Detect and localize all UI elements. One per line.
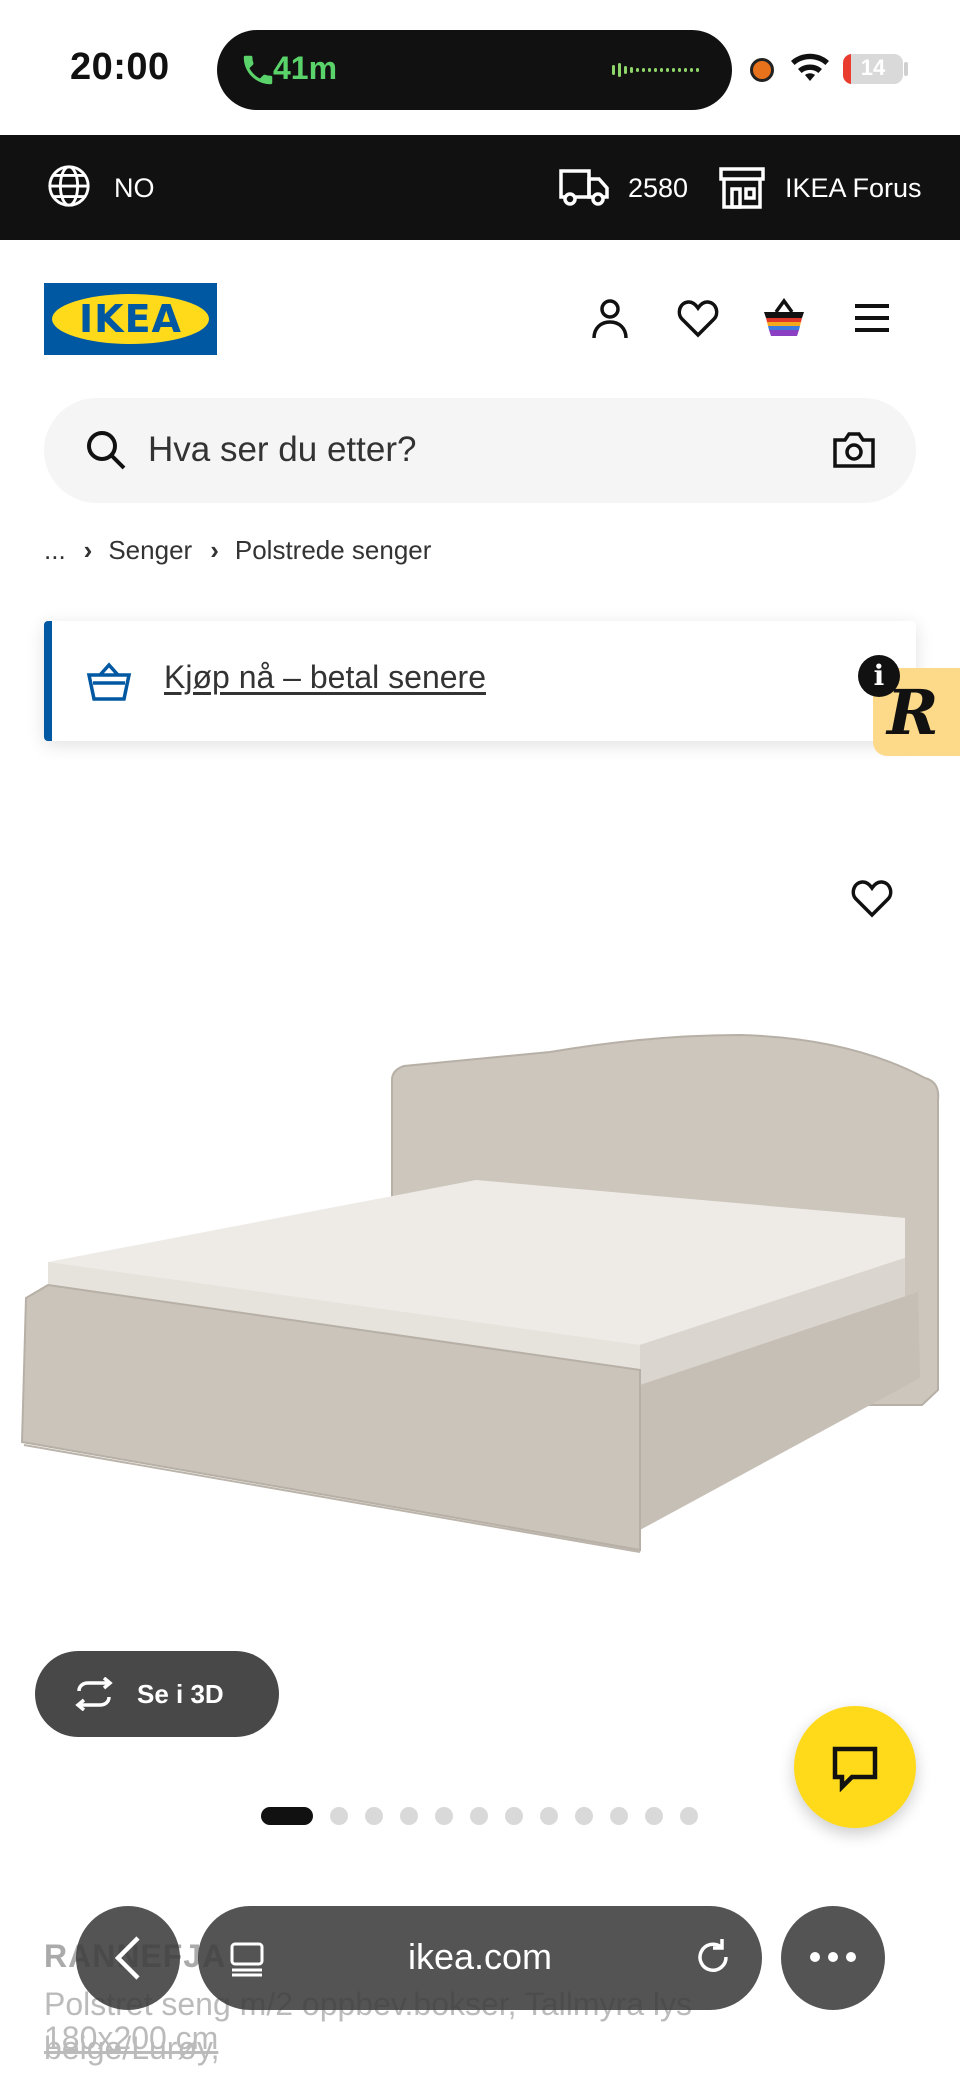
info-icon[interactable]: i	[858, 655, 900, 697]
basket-icon[interactable]	[762, 296, 806, 340]
product-size-link[interactable]: 180x200 cm	[44, 2020, 218, 2057]
user-icon[interactable]	[588, 296, 632, 340]
back-button[interactable]	[76, 1906, 180, 2010]
carousel-dot[interactable]	[365, 1807, 383, 1825]
product-image[interactable]	[0, 830, 960, 1630]
chat-bubble-icon	[832, 1746, 878, 1792]
search-input[interactable]	[148, 420, 788, 480]
chat-button[interactable]	[794, 1706, 916, 1828]
carousel-dot[interactable]	[261, 1807, 313, 1825]
search-bar[interactable]	[44, 398, 916, 503]
waveform-icon	[612, 63, 699, 77]
status-time: 20:00	[70, 46, 170, 88]
dynamic-island[interactable]: 41m	[217, 30, 732, 110]
logo-oval: IKEA	[52, 294, 209, 344]
battery-cap	[904, 62, 908, 76]
carousel-dot[interactable]	[680, 1807, 698, 1825]
camera-icon[interactable]	[832, 430, 876, 470]
carousel-dot[interactable]	[400, 1807, 418, 1825]
globe-icon[interactable]	[46, 163, 92, 209]
carousel-dot[interactable]	[470, 1807, 488, 1825]
delivery-truck-icon[interactable]	[558, 165, 610, 209]
carousel-dot[interactable]	[575, 1807, 593, 1825]
breadcrumb: ... › Senger › Polstrede senger	[44, 532, 431, 568]
carousel-dot[interactable]	[505, 1807, 523, 1825]
chevron-right-icon: ›	[83, 534, 93, 565]
store-icon[interactable]	[718, 165, 766, 209]
store-selector[interactable]: IKEA Forus	[785, 173, 922, 204]
carousel-dot[interactable]	[540, 1807, 558, 1825]
status-bar: 20:00 41m 14	[0, 0, 960, 135]
address-bar[interactable]: ikea.com	[198, 1906, 762, 2010]
view-in-3d-label: Se i 3D	[137, 1678, 224, 1709]
more-options-button[interactable]	[781, 1906, 885, 2010]
recording-indicator	[750, 58, 774, 82]
logo-text: IKEA	[79, 297, 182, 341]
menu-icon[interactable]	[850, 296, 894, 340]
call-duration: 41m	[273, 50, 338, 86]
url-text: ikea.com	[407, 1936, 553, 1977]
carousel-dot[interactable]	[645, 1807, 663, 1825]
breadcrumb-item-senger[interactable]: Senger	[108, 535, 192, 566]
top-utility-bar: NO 2580 IKEA Forus	[0, 135, 960, 240]
wifi-icon	[791, 53, 829, 81]
chevron-left-icon	[114, 1936, 140, 1980]
reload-icon[interactable]	[692, 1936, 734, 1978]
view-in-3d-button[interactable]: Se i 3D	[35, 1651, 279, 1737]
carousel-dot[interactable]	[610, 1807, 628, 1825]
postcode-selector[interactable]: 2580	[628, 173, 688, 204]
language-selector[interactable]: NO	[114, 173, 155, 204]
chevron-right-icon: ›	[210, 534, 219, 565]
add-to-favourites-heart-icon[interactable]	[850, 877, 894, 919]
breadcrumb-ellipsis[interactable]: ...	[44, 535, 66, 566]
phone-icon	[243, 55, 273, 85]
heart-icon[interactable]	[676, 296, 720, 340]
battery-percent: 14	[860, 55, 886, 80]
breadcrumb-item-polstrede-senger[interactable]: Polstrede senger	[235, 535, 432, 566]
search-icon[interactable]	[84, 428, 128, 472]
battery-indicator: 14	[843, 54, 903, 84]
image-carousel-indicator[interactable]	[261, 1806, 715, 1826]
ellipsis-icon	[810, 1952, 856, 1962]
buy-now-pay-later-link[interactable]: Kjøp nå – betal senere	[164, 659, 486, 696]
carousel-dot[interactable]	[330, 1807, 348, 1825]
rotate-3d-icon	[75, 1677, 113, 1711]
ikea-logo[interactable]: IKEA	[44, 283, 217, 355]
carousel-dot[interactable]	[435, 1807, 453, 1825]
basket-outline-icon	[86, 662, 132, 701]
promo-banner[interactable]: Kjøp nå – betal senere	[44, 621, 916, 741]
